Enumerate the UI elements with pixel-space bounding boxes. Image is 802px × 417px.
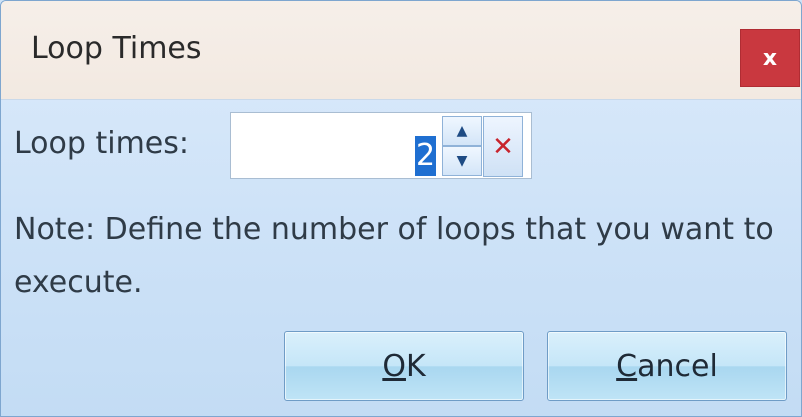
title-bar[interactable]: Loop Times x xyxy=(1,1,801,100)
loop-times-dialog: Loop Times x Loop times: 2 ▲ ▼ ✕ Note: D… xyxy=(0,0,802,417)
arrow-down-icon: ▼ xyxy=(456,153,468,169)
spin-down-button[interactable]: ▼ xyxy=(442,146,482,176)
cancel-mnemonic: C xyxy=(616,348,638,384)
ok-button[interactable]: OK xyxy=(284,331,524,401)
loop-times-label: Loop times: xyxy=(14,126,189,161)
spin-up-button[interactable]: ▲ xyxy=(442,116,482,146)
arrow-up-icon: ▲ xyxy=(456,123,468,139)
clear-button[interactable]: ✕ xyxy=(483,116,523,177)
cancel-label-rest: ancel xyxy=(637,348,718,384)
cancel-button[interactable]: Cancel xyxy=(547,331,787,401)
close-button[interactable]: x xyxy=(740,29,800,87)
ok-mnemonic: O xyxy=(382,348,406,384)
window-title: Loop Times xyxy=(31,31,202,66)
note-text: Note: Define the number of loops that yo… xyxy=(14,212,774,300)
close-icon: x xyxy=(762,45,778,71)
clear-x-icon: ✕ xyxy=(492,131,514,162)
loop-times-value[interactable]: 2 xyxy=(415,136,437,176)
ok-label-rest: K xyxy=(405,348,426,384)
loop-times-spinbox[interactable]: 2 ▲ ▼ ✕ xyxy=(230,112,532,179)
